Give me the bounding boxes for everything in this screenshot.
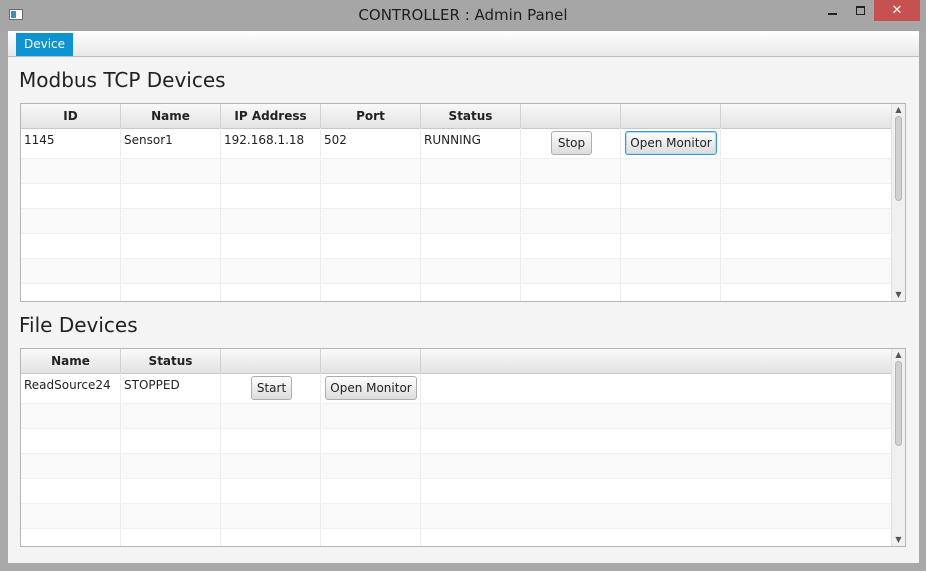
column-header-filler: [721, 104, 893, 128]
table-row-empty: [21, 259, 893, 284]
cell-action: Stop: [521, 128, 621, 158]
close-button[interactable]: ✕: [874, 0, 920, 21]
modbus-section-title: Modbus TCP Devices: [19, 68, 226, 92]
column-header-action[interactable]: [221, 349, 321, 373]
column-header-status[interactable]: Status: [421, 104, 521, 128]
file-section-title: File Devices: [19, 313, 138, 337]
cell-ip-address: 192.168.1.18: [221, 128, 321, 158]
table-row-empty: [21, 429, 893, 454]
scroll-up-icon[interactable]: ▲: [892, 104, 905, 116]
menu-bar: Device: [8, 31, 919, 57]
cell-status: RUNNING: [421, 128, 521, 158]
column-header-filler: [421, 349, 893, 373]
cell-filler: [721, 128, 893, 158]
table-row[interactable]: 1145 Sensor1 192.168.1.18 502 RUNNING St…: [21, 128, 893, 159]
cell-name: Sensor1: [121, 128, 221, 158]
cell-filler: [421, 373, 893, 403]
table-row-empty: [21, 184, 893, 209]
column-header-ip-address[interactable]: IP Address: [221, 104, 321, 128]
scroll-thumb[interactable]: [895, 361, 902, 446]
title-bar[interactable]: CONTROLLER : Admin Panel ✕: [0, 0, 926, 31]
column-header-action[interactable]: [521, 104, 621, 128]
scroll-up-icon[interactable]: ▲: [892, 349, 905, 361]
table-row-empty: [21, 234, 893, 259]
scroll-thumb[interactable]: [895, 116, 902, 201]
file-table-body: ReadSource24 STOPPED Start Open Monitor: [21, 373, 893, 546]
scroll-down-icon[interactable]: ▼: [892, 534, 905, 546]
table-row-empty: [21, 529, 893, 546]
table-row-empty: [21, 159, 893, 184]
table-row-empty: [21, 209, 893, 234]
column-header-name[interactable]: Name: [121, 104, 221, 128]
table-row-empty: [21, 454, 893, 479]
open-monitor-button[interactable]: Open Monitor: [325, 376, 417, 400]
table-row-empty: [21, 284, 893, 301]
table-row-empty: [21, 404, 893, 429]
cell-monitor: Open Monitor: [321, 373, 421, 403]
client-area: Device Modbus TCP Devices ID Name IP Add…: [8, 31, 919, 563]
menu-item-device[interactable]: Device: [16, 33, 74, 56]
cell-id: 1145: [21, 128, 121, 158]
column-header-port[interactable]: Port: [321, 104, 421, 128]
column-header-monitor[interactable]: [321, 349, 421, 373]
minimize-button[interactable]: [820, 0, 846, 21]
start-button[interactable]: Start: [251, 376, 292, 400]
scroll-down-icon[interactable]: ▼: [892, 289, 905, 301]
cell-port: 502: [321, 128, 421, 158]
modbus-table-scrollbar[interactable]: ▲ ▼: [891, 104, 905, 301]
table-row-empty: [21, 479, 893, 504]
cell-monitor: Open Monitor: [621, 128, 721, 158]
table-row[interactable]: ReadSource24 STOPPED Start Open Monitor: [21, 373, 893, 404]
modbus-table-body: 1145 Sensor1 192.168.1.18 502 RUNNING St…: [21, 128, 893, 301]
column-header-id[interactable]: ID: [21, 104, 121, 128]
cell-name: ReadSource24: [21, 373, 121, 403]
modbus-devices-table: ID Name IP Address Port Status 1145 Sens…: [20, 103, 906, 302]
file-table-header: Name Status: [21, 349, 893, 374]
column-header-name[interactable]: Name: [21, 349, 121, 373]
maximize-button[interactable]: [848, 0, 874, 21]
column-header-monitor[interactable]: [621, 104, 721, 128]
cell-action: Start: [221, 373, 321, 403]
table-row-empty: [21, 504, 893, 529]
modbus-table-header: ID Name IP Address Port Status: [21, 104, 893, 129]
cell-status: STOPPED: [121, 373, 221, 403]
column-header-status[interactable]: Status: [121, 349, 221, 373]
window-title: CONTROLLER : Admin Panel: [358, 6, 568, 24]
file-table-scrollbar[interactable]: ▲ ▼: [891, 349, 905, 546]
open-monitor-button[interactable]: Open Monitor: [625, 131, 717, 155]
stop-button[interactable]: Stop: [551, 131, 592, 155]
file-devices-table: Name Status ReadSource24 STOPPED Start O…: [20, 348, 906, 547]
app-window: CONTROLLER : Admin Panel ✕ Device Modbus…: [0, 0, 926, 571]
